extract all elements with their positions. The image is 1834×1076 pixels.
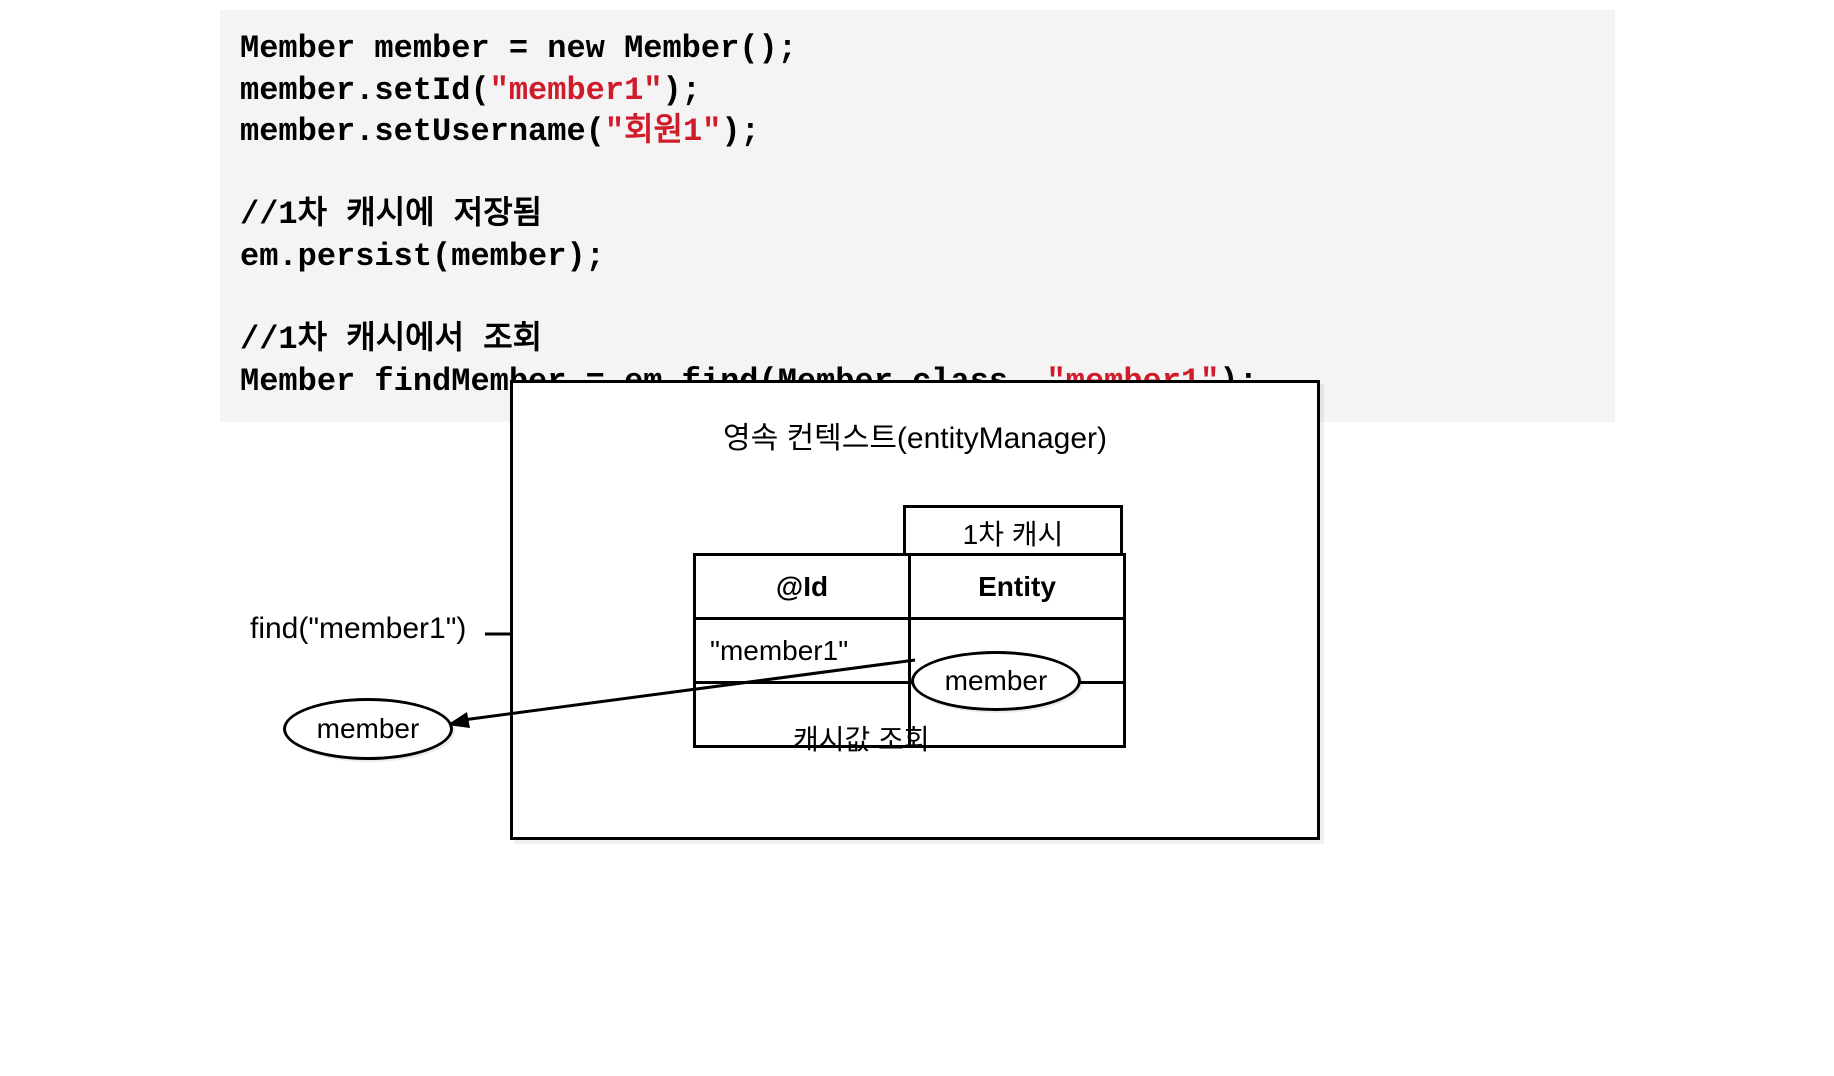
code-text: ); <box>662 72 700 109</box>
code-block: Member member = new Member(); member.set… <box>220 10 1615 422</box>
code-text: member.setId( <box>240 72 490 109</box>
arrow-cache-to-result <box>445 655 920 735</box>
diagram-area: find("member1") 영속 컨텍스트(entityManager) 1… <box>250 380 1590 850</box>
find-call-label: find("member1") <box>250 612 466 646</box>
col-entity-header: Entity <box>910 555 1125 619</box>
result-member-bubble: member <box>283 698 453 760</box>
keyword-new: new <box>547 30 605 67</box>
string-literal: "member1" <box>490 72 663 109</box>
entity-bubble: member <box>911 651 1081 711</box>
first-level-cache-label: 1차 캐시 <box>903 505 1123 558</box>
code-blank-line <box>240 278 1595 320</box>
code-text: ); <box>721 113 759 150</box>
result-member-text: member <box>317 713 420 745</box>
col-id-header: @Id <box>695 555 910 619</box>
code-line-1: Member member = new Member(); <box>240 28 1595 70</box>
code-line-3: member.setUsername("회원1"); <box>240 111 1595 153</box>
persistence-context-box: 영속 컨텍스트(entityManager) 1차 캐시 @Id Entity … <box>510 380 1320 840</box>
code-line-persist: em.persist(member); <box>240 236 1595 278</box>
code-line-2: member.setId("member1"); <box>240 70 1595 112</box>
code-text: member.setUsername( <box>240 113 605 150</box>
context-title: 영속 컨텍스트(entityManager) <box>513 413 1317 457</box>
code-text: Member(); <box>605 30 797 67</box>
cache-entity-cell: member <box>910 619 1125 683</box>
code-comment: //1차 캐시에서 조회 <box>240 319 1595 361</box>
code-text: Member member = <box>240 30 547 67</box>
entity-bubble-text: member <box>945 665 1048 697</box>
code-blank-line <box>240 153 1595 195</box>
code-comment: //1차 캐시에 저장됨 <box>240 194 1595 236</box>
string-literal: "회원1" <box>605 113 722 150</box>
